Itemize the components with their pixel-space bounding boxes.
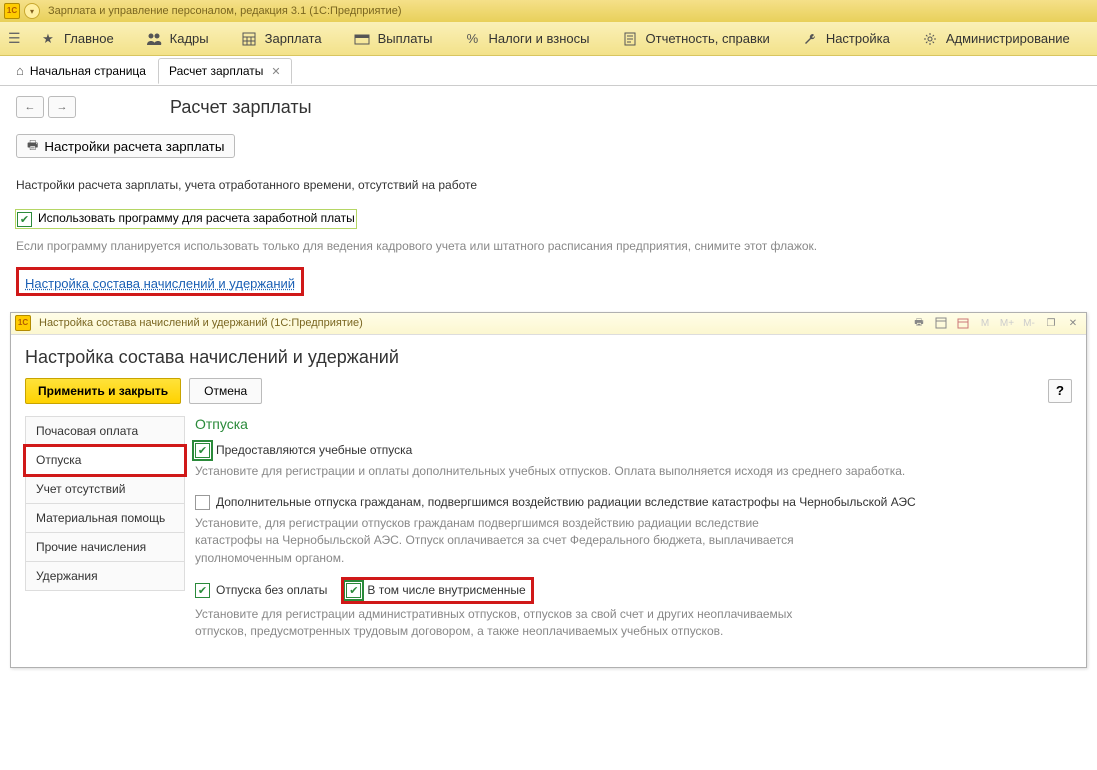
content-split: Почасовая оплата Отпуска Учет отсутствий… <box>25 416 1072 655</box>
menu-label: Зарплата <box>265 31 322 46</box>
logo-1c-icon: 1C <box>4 3 20 19</box>
sidebar-item-vacations[interactable]: Отпуска <box>25 446 185 475</box>
unpaid-leave-checkbox[interactable]: ✔ <box>195 583 210 598</box>
nav-back-button[interactable]: ← <box>16 96 44 118</box>
menu-label: Кадры <box>170 31 209 46</box>
menu-label: Настройка <box>826 31 890 46</box>
memory-m-button[interactable]: М <box>976 315 994 331</box>
opt-study-leave-row: ✔ Предоставляются учебные отпуска <box>195 442 1062 459</box>
app-titlebar: 1C Зарплата и управление персоналом, ред… <box>0 0 1097 22</box>
menu-otchet[interactable]: Отчетность, справки <box>606 22 786 56</box>
help-button[interactable]: ? <box>1048 379 1072 403</box>
unpaid-leave-row: ✔ Отпуска без оплаты <box>195 582 327 599</box>
tab-current-label: Расчет зарплаты <box>169 64 263 78</box>
unpaid-leave-help: Установите для регистрации административ… <box>195 606 815 641</box>
page-title: Расчет зарплаты <box>170 97 312 118</box>
sub-title: Настройка состава начислений и удержаний <box>25 347 1072 368</box>
calc-icon[interactable] <box>932 315 950 331</box>
main-menu: ☰ ★ Главное Кадры Зарплата Выплаты % Нал… <box>0 22 1097 56</box>
tabbar: ⌂ Начальная страница Расчет зарплаты ✕ <box>0 56 1097 86</box>
menu-nalogi[interactable]: % Налоги и взносы <box>448 22 605 56</box>
pane-title: Отпуска <box>195 416 1062 432</box>
menu-kadry[interactable]: Кадры <box>130 22 225 56</box>
menu-label: Главное <box>64 31 114 46</box>
nav-row: ← → Расчет зарплаты <box>16 96 1081 118</box>
percent-icon: % <box>464 31 480 47</box>
menu-admin[interactable]: Администрирование <box>906 22 1086 56</box>
tab-home-label: Начальная страница <box>30 64 146 78</box>
chernobyl-help: Установите, для регистрации отпусков гра… <box>195 515 815 567</box>
apply-close-button[interactable]: Применить и закрыть <box>25 378 181 404</box>
pane-vacations: Отпуска ✔ Предоставляются учебные отпуск… <box>195 416 1072 655</box>
use-program-help: Если программу планируется использовать … <box>16 238 1081 255</box>
info-text: Настройки расчета зарплаты, учета отрабо… <box>16 178 1081 192</box>
sub-titlebar-text: Настройка состава начислений и удержаний… <box>39 317 363 329</box>
chernobyl-checkbox[interactable]: ✔ <box>195 495 210 510</box>
logo-1c-icon: 1C <box>15 315 31 331</box>
intrashift-row: ✔ В том числе внутрисменные <box>345 581 529 600</box>
print-icon: 🖶 <box>27 136 38 157</box>
star-icon: ★ <box>40 31 56 47</box>
study-leave-label: Предоставляются учебные отпуска <box>216 442 412 459</box>
memory-mminus-button[interactable]: М- <box>1020 315 1038 331</box>
unpaid-leave-group: ✔ Отпуска без оплаты ✔ В том числе внутр… <box>195 581 1062 600</box>
app-dropdown-button[interactable] <box>24 3 40 19</box>
sidebar-item-deductions[interactable]: Удержания <box>25 562 185 591</box>
use-program-row: ✔ Использовать программу для расчета зар… <box>16 210 356 228</box>
people-icon <box>146 31 162 47</box>
menu-label: Администрирование <box>946 31 1070 46</box>
close-icon[interactable]: ✕ <box>1064 315 1082 331</box>
sidebar-item-absences[interactable]: Учет отсутствий <box>25 475 185 504</box>
menu-label: Отчетность, справки <box>646 31 770 46</box>
use-program-checkbox[interactable]: ✔ <box>17 212 32 227</box>
calendar-icon[interactable] <box>954 315 972 331</box>
intrashift-label: В том числе внутрисменные <box>367 582 525 599</box>
sidebar-item-hourly[interactable]: Почасовая оплата <box>25 416 185 446</box>
nav-forward-button[interactable]: → <box>48 96 76 118</box>
accruals-settings-link[interactable]: Настройка состава начислений и удержаний <box>25 276 295 291</box>
opt-chernobyl-row: ✔ Дополнительные отпуска гражданам, подв… <box>195 494 1062 511</box>
subwindow: 1C Настройка состава начислений и удержа… <box>10 312 1087 668</box>
memory-mplus-button[interactable]: М+ <box>998 315 1016 331</box>
settings-payroll-label: Настройки расчета зарплаты <box>44 139 224 154</box>
link-highlight-box: Настройка состава начислений и удержаний <box>16 267 304 296</box>
wallet-icon <box>354 31 370 47</box>
sub-body: Настройка состава начислений и удержаний… <box>11 335 1086 667</box>
menu-nastroika[interactable]: Настройка <box>786 22 906 56</box>
use-program-label: Использовать программу для расчета зараб… <box>38 211 355 225</box>
menu-burger-icon[interactable]: ☰ <box>0 30 24 47</box>
menu-zarplata[interactable]: Зарплата <box>225 22 338 56</box>
button-row: Применить и закрыть Отмена ? <box>25 378 1072 404</box>
chernobyl-label: Дополнительные отпуска гражданам, подвер… <box>216 494 916 511</box>
tab-home[interactable]: ⌂ Начальная страница <box>4 56 158 86</box>
print-icon[interactable]: 🖶 <box>910 315 928 331</box>
menu-label: Налоги и взносы <box>488 31 589 46</box>
calculator-icon <box>241 31 257 47</box>
tab-close-icon[interactable]: ✕ <box>271 65 280 78</box>
report-icon <box>622 31 638 47</box>
gear-icon <box>922 31 938 47</box>
menu-vyplaty[interactable]: Выплаты <box>338 22 449 56</box>
intrashift-checkbox[interactable]: ✔ <box>346 583 361 598</box>
sidebar-item-material-aid[interactable]: Материальная помощь <box>25 504 185 533</box>
page-body: ← → Расчет зарплаты 🖶 Настройки расчета … <box>0 86 1097 306</box>
study-leave-checkbox[interactable]: ✔ <box>195 443 210 458</box>
sub-titlebar: 1C Настройка состава начислений и удержа… <box>11 313 1086 335</box>
app-title: Зарплата и управление персоналом, редакц… <box>48 5 401 17</box>
unpaid-leave-label: Отпуска без оплаты <box>216 582 327 599</box>
menu-label: Выплаты <box>378 31 433 46</box>
sidebar-item-other-accruals[interactable]: Прочие начисления <box>25 533 185 562</box>
menu-main[interactable]: ★ Главное <box>24 22 130 56</box>
settings-payroll-button[interactable]: 🖶 Настройки расчета зарплаты <box>16 134 235 158</box>
cancel-button[interactable]: Отмена <box>189 378 262 404</box>
tab-current[interactable]: Расчет зарплаты ✕ <box>158 58 292 84</box>
wrench-icon <box>802 31 818 47</box>
home-icon: ⌂ <box>16 63 24 78</box>
restore-window-icon[interactable]: ❐ <box>1042 315 1060 331</box>
study-leave-help: Установите для регистрации и оплаты допо… <box>195 463 1062 480</box>
settings-sidebar: Почасовая оплата Отпуска Учет отсутствий… <box>25 416 185 655</box>
